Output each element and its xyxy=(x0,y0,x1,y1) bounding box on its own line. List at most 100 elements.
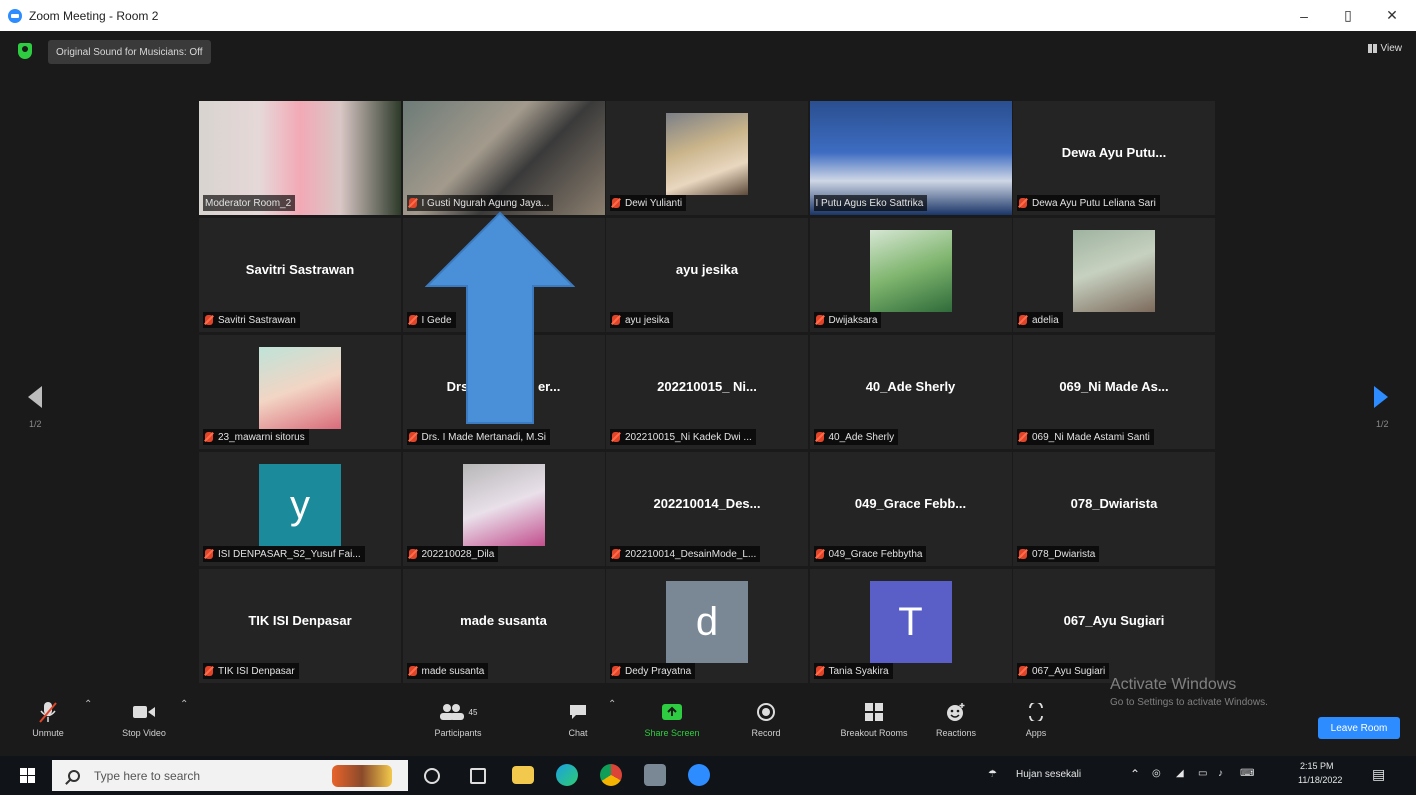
participant-tile[interactable]: TIK ISI Denpasar TIK ISI Denpasar xyxy=(199,569,401,683)
participant-name-label: made susanta xyxy=(406,663,489,679)
search-icon xyxy=(68,769,80,782)
volume-icon[interactable]: ♪ xyxy=(1218,768,1223,779)
profile-picture xyxy=(1073,230,1155,312)
participant-display-name: 202210015_ Ni... xyxy=(657,379,757,394)
participants-icon: 45 xyxy=(439,701,477,723)
notifications-icon[interactable]: ▤ xyxy=(1372,766,1385,783)
maximize-button[interactable]: ▯ xyxy=(1326,0,1370,31)
participant-tile[interactable]: 069_Ni Made As... 069_Ni Made Astami Sant… xyxy=(1013,335,1215,449)
unmute-button[interactable]: Unmute xyxy=(8,701,88,738)
participant-name-text: 23_mawarni sitorus xyxy=(218,431,305,443)
record-label: Record xyxy=(751,728,781,738)
participant-name-label: Dedy Prayatna xyxy=(610,663,696,679)
grid-view-icon xyxy=(1367,44,1377,53)
participant-tile[interactable]: adelia xyxy=(1013,218,1215,332)
muted-mic-icon xyxy=(408,198,417,208)
record-button[interactable]: Record xyxy=(726,701,806,738)
weather-text[interactable]: Hujan sesekali xyxy=(1016,769,1081,780)
task-view-icon[interactable] xyxy=(470,768,486,784)
participant-name-text: TIK ISI Denpasar xyxy=(218,665,295,677)
muted-mic-icon xyxy=(408,549,417,559)
chat-button[interactable]: Chat xyxy=(538,701,618,738)
breakout-rooms-button[interactable]: Breakout Rooms xyxy=(834,701,914,738)
participant-name-text: Drs. I Made Mertanadi, M.Si xyxy=(421,431,546,443)
next-page-arrow-icon[interactable] xyxy=(1374,386,1388,408)
previous-page-arrow-icon[interactable] xyxy=(28,386,42,408)
participant-tile[interactable]: made susanta made susanta xyxy=(402,569,605,683)
participant-tile[interactable]: 078_Dwiarista 078_Dwiarista xyxy=(1013,452,1215,566)
video-options-chevron-icon[interactable]: ⌃ xyxy=(180,699,188,710)
clock-date[interactable]: 11/18/2022 xyxy=(1298,775,1342,785)
participant-tile[interactable]: 049_Grace Febb... 049_Grace Febbytha xyxy=(809,452,1012,566)
record-icon xyxy=(756,701,776,723)
security-shield-icon[interactable] xyxy=(18,43,32,59)
participant-tile[interactable]: 067_Ayu Sugiari 067_Ayu Sugiari xyxy=(1013,569,1215,683)
photos-app-icon[interactable] xyxy=(644,764,666,786)
stop-video-button[interactable]: Stop Video xyxy=(104,701,184,738)
participant-tile[interactable]: 23_mawarni sitorus xyxy=(199,335,401,449)
participant-tile[interactable]: T Tania Syakira xyxy=(809,569,1012,683)
chrome-browser-icon[interactable] xyxy=(600,764,622,786)
participant-tile[interactable]: Dewa Ayu Putu... Dewa Ayu Putu Leliana Sa… xyxy=(1013,101,1215,215)
participant-tile[interactable]: 202210028_Dila xyxy=(402,452,605,566)
muted-mic-icon xyxy=(1019,549,1027,559)
audio-options-chevron-icon[interactable]: ⌃ xyxy=(84,699,92,710)
chat-bubble-icon xyxy=(568,701,588,723)
participants-button[interactable]: 45 Participants xyxy=(418,701,498,738)
tray-chevron-icon[interactable]: ⌃ xyxy=(1130,767,1140,781)
clock-time[interactable]: 2:15 PM xyxy=(1300,761,1334,771)
annotation-up-arrow-icon xyxy=(425,211,575,424)
participant-tile[interactable]: Dewi Yulianti xyxy=(606,101,808,215)
participant-tile[interactable]: 40_Ade Sherly 40_Ade Sherly xyxy=(809,335,1012,449)
leave-room-button[interactable]: Leave Room xyxy=(1318,717,1400,739)
view-button[interactable]: View xyxy=(1367,43,1402,54)
participant-tile[interactable]: Moderator Room_2 xyxy=(199,101,401,215)
close-button[interactable]: ✕ xyxy=(1370,0,1414,31)
participant-tile[interactable]: y ISI DENPASAR_S2_Yusuf Fai... xyxy=(199,452,401,566)
participant-tile[interactable]: Savitri Sastrawan Savitri Sastrawan xyxy=(199,218,401,332)
edge-browser-icon[interactable] xyxy=(556,764,578,786)
video-camera-icon xyxy=(132,701,156,723)
title-bar: Zoom Meeting - Room 2 – ▯ ✕ xyxy=(0,0,1416,31)
unmute-label: Unmute xyxy=(32,728,64,738)
participant-tile[interactable]: I Gusti Ngurah Agung Jaya... xyxy=(402,101,605,215)
participant-name-text: 067_Ayu Sugiari xyxy=(1032,665,1106,677)
keyboard-icon[interactable]: ⌨ xyxy=(1240,768,1254,779)
participant-tile[interactable]: ayu jesika ayu jesika xyxy=(606,218,808,332)
participant-tile[interactable]: 202210015_ Ni... 202210015_Ni Kadek Dwi .… xyxy=(606,335,808,449)
participant-name-label: 202210014_DesainMode_L... xyxy=(610,546,761,562)
taskbar-search-input[interactable]: Type here to search xyxy=(52,760,408,791)
muted-mic-icon xyxy=(408,315,417,325)
weather-icon[interactable]: ☂ xyxy=(988,769,997,780)
file-explorer-icon[interactable] xyxy=(512,766,534,784)
participant-name-label: TIK ISI Denpasar xyxy=(203,663,299,679)
network-icon[interactable]: ◢ xyxy=(1176,768,1184,779)
participant-name-label: Moderator Room_2 xyxy=(203,195,296,211)
minimize-button[interactable]: – xyxy=(1282,0,1326,31)
watermark-title: Activate Windows xyxy=(1110,676,1237,693)
page-indicator-left: 1/2 xyxy=(29,419,42,429)
participants-label: Participants xyxy=(434,728,482,738)
muted-mic-icon xyxy=(815,432,824,442)
reactions-label: Reactions xyxy=(935,728,977,738)
original-sound-button[interactable]: Original Sound for Musicians: Off xyxy=(48,40,211,64)
participant-display-name: 049_Grace Febb... xyxy=(854,496,967,511)
muted-mic-icon xyxy=(1019,315,1027,325)
reactions-button[interactable]: Reactions xyxy=(916,701,996,738)
participant-tile[interactable]: I Putu Agus Eko Sattrika xyxy=(809,101,1012,215)
cortana-icon[interactable] xyxy=(424,768,440,784)
battery-icon[interactable]: ▭ xyxy=(1198,768,1207,779)
participant-tile[interactable]: 202210014_Des... 202210014_DesainMode_L..… xyxy=(606,452,808,566)
apps-button[interactable]: Apps xyxy=(996,701,1076,738)
participant-tile[interactable]: Dwijaksara xyxy=(809,218,1012,332)
tray-app-icon[interactable]: ◎ xyxy=(1152,768,1161,779)
page-indicator-right: 1/2 xyxy=(1376,419,1389,429)
participant-tile[interactable]: d Dedy Prayatna xyxy=(606,569,808,683)
breakout-rooms-label: Breakout Rooms xyxy=(840,728,908,738)
zoom-taskbar-icon[interactable] xyxy=(688,764,710,786)
participant-name-label: 202210028_Dila xyxy=(406,546,499,562)
chat-options-chevron-icon[interactable]: ⌃ xyxy=(608,699,616,710)
share-screen-label: Share Screen xyxy=(644,728,700,738)
share-screen-button[interactable]: Share Screen xyxy=(632,701,712,738)
windows-start-icon[interactable] xyxy=(20,768,35,783)
